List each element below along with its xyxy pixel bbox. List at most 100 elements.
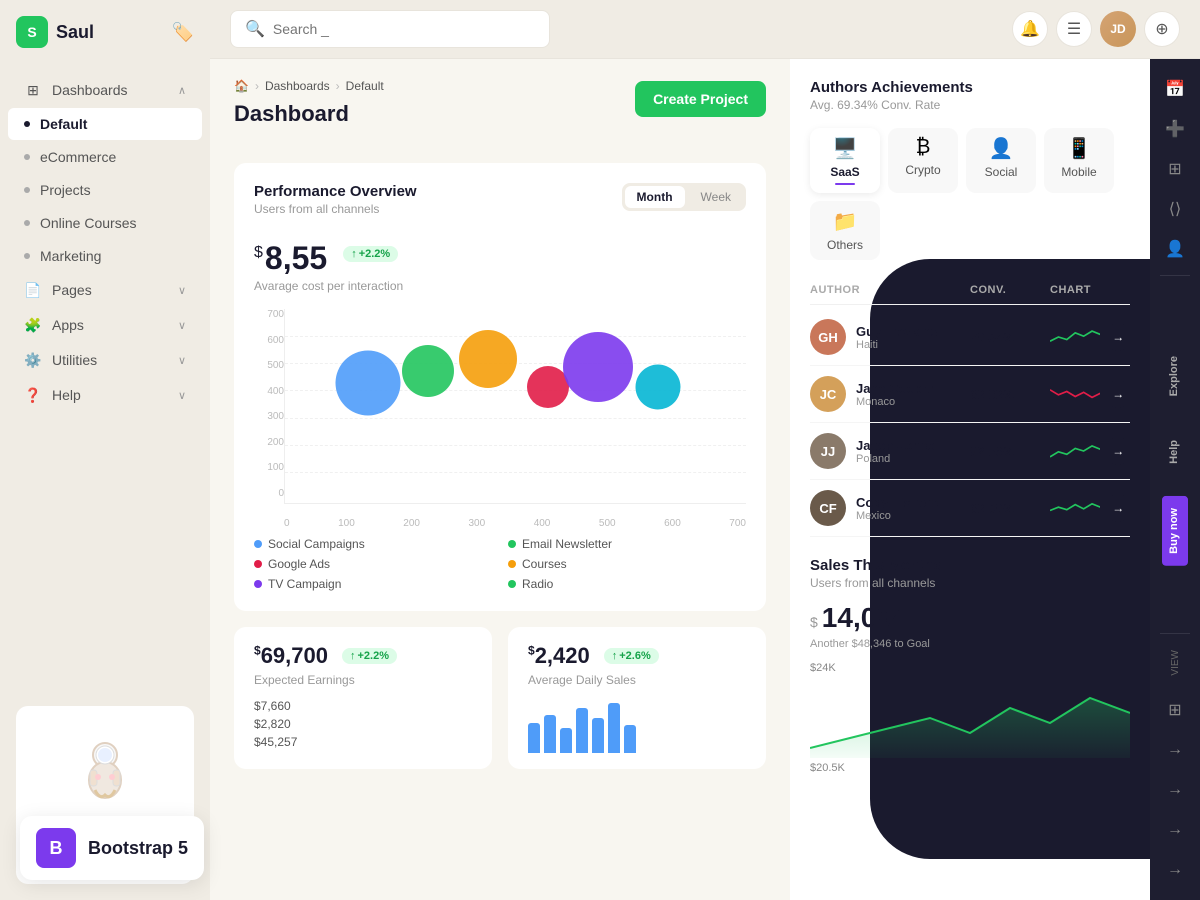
separator-2	[1160, 633, 1190, 634]
arrow-right-icon-4[interactable]: →	[1157, 852, 1193, 888]
daily-badge: ↑ +2.6%	[604, 648, 659, 664]
chart-1	[1050, 322, 1100, 352]
sidebar-item-projects[interactable]: Projects	[8, 174, 202, 206]
sales-y2: $20.5K	[810, 762, 1130, 774]
sales-symbol: $	[810, 614, 818, 630]
chart-3	[1050, 436, 1100, 466]
sidebar-item-utilities[interactable]: ⚙️ Utilities ∨	[8, 343, 202, 377]
view-btn-2[interactable]: →	[1106, 380, 1130, 408]
sidebar-item-default[interactable]: Default	[8, 108, 202, 140]
help-button[interactable]: Help	[1162, 428, 1188, 476]
pin-icon[interactable]: 🏷️	[172, 22, 194, 43]
table-row: JJ Jacob Jones Poland 92.56% →	[810, 423, 1130, 480]
author-info-1: GH Guy Hawkins Haiti	[810, 319, 970, 355]
author-name-1: Guy Hawkins	[856, 324, 938, 339]
view-btn-3[interactable]: →	[1106, 437, 1130, 465]
dashboards-label: Dashboards	[52, 82, 128, 98]
avatar-1: GH	[810, 319, 846, 355]
table-header: AUTHOR CONV. CHART	[810, 276, 1130, 305]
view-label: VIEW	[1170, 642, 1181, 684]
daily-label: Average Daily Sales	[528, 673, 746, 687]
projects-label: Projects	[40, 182, 91, 198]
crypto-icon: ₿	[916, 136, 931, 159]
author-name-2: Jane Cooper	[856, 381, 935, 396]
avatar-3: JJ	[810, 433, 846, 469]
sidebar-item-pages[interactable]: 📄 Pages ∨	[8, 273, 202, 307]
tab-crypto[interactable]: ₿ Crypto	[888, 128, 958, 193]
bubble-courses	[527, 366, 569, 408]
sales-goal: Another $48,346 to Goal	[810, 638, 1130, 650]
online-courses-label: Online Courses	[40, 215, 137, 231]
topbar-right: 🔔 ☰ JD ⊕	[1012, 11, 1180, 47]
mobile-label: Mobile	[1061, 165, 1096, 179]
metric-value: $8,55	[254, 240, 327, 277]
notification-icon[interactable]: 🔔	[1012, 11, 1048, 47]
tab-social[interactable]: 👤 Social	[966, 128, 1036, 193]
table-row: CF Cody Fishers Mexico 63.08% →	[810, 480, 1130, 537]
author-name-3: Jacob Jones	[856, 438, 935, 453]
user-icon[interactable]: 👤	[1157, 231, 1193, 267]
plus-icon[interactable]: ➕	[1157, 111, 1193, 147]
arrow-right-icon-3[interactable]: →	[1157, 812, 1193, 848]
ecommerce-label: eCommerce	[40, 149, 116, 165]
breadcrumb-dashboards: Dashboards	[265, 79, 330, 93]
bubble-social	[335, 350, 400, 415]
author-name-4: Cody Fishers	[856, 495, 938, 510]
sidebar-item-online-courses[interactable]: Online Courses	[8, 207, 202, 239]
explore-button[interactable]: Explore	[1162, 344, 1188, 408]
chart-4	[1050, 493, 1100, 523]
performance-subtitle: Users from all channels	[254, 202, 417, 216]
menu-icon[interactable]: ☰	[1056, 11, 1092, 47]
help-label: Help	[52, 387, 81, 403]
breadcrumb-home: 🏠	[234, 79, 249, 93]
conv-3: 92.56%	[970, 444, 1050, 459]
tab-week[interactable]: Week	[689, 186, 743, 208]
bubble-ads	[459, 330, 517, 388]
calendar-icon[interactable]: 📅	[1157, 71, 1193, 107]
code-icon[interactable]: ⟨⟩	[1157, 191, 1193, 227]
mobile-icon: 📱	[1067, 136, 1092, 161]
saas-icon: 🖥️	[833, 136, 858, 161]
performance-card: Performance Overview Users from all chan…	[234, 163, 766, 611]
conv-2: 63.83%	[970, 387, 1050, 402]
nav-section: ⊞ Dashboards ∧ Default eCommerce Project…	[0, 64, 210, 421]
create-project-button[interactable]: Create Project	[635, 81, 766, 117]
view-btn-1[interactable]: →	[1106, 323, 1130, 351]
chevron-icon: ∨	[178, 284, 186, 297]
sidebar-item-apps[interactable]: 🧩 Apps ∨	[8, 308, 202, 342]
tab-mobile[interactable]: 📱 Mobile	[1044, 128, 1114, 193]
user-avatar[interactable]: JD	[1100, 11, 1136, 47]
arrow-right-icon-2[interactable]: →	[1157, 772, 1193, 808]
sidebar-header: S Saul 🏷️	[0, 0, 210, 64]
far-right-panel: 📅 ➕ ⊞ ⟨⟩ 👤 Explore Help Buy now VIEW ⊞ →…	[1150, 59, 1200, 900]
search-box[interactable]: 🔍	[230, 10, 550, 48]
search-input[interactable]	[273, 21, 535, 37]
legend-courses: Courses	[508, 557, 746, 571]
sidebar-item-ecommerce[interactable]: eCommerce	[8, 141, 202, 173]
app-name: Saul	[56, 22, 94, 43]
sidebar-item-marketing[interactable]: Marketing	[8, 240, 202, 272]
buy-now-button[interactable]: Buy now	[1162, 496, 1188, 566]
arrow-right-icon[interactable]: →	[1157, 732, 1193, 768]
grid-view-icon[interactable]: ⊞	[1157, 692, 1193, 728]
view-btn-4[interactable]: →	[1106, 494, 1130, 522]
tab-saas[interactable]: 🖥️ SaaS	[810, 128, 880, 193]
bubble-radio	[636, 364, 681, 409]
chart-area	[284, 309, 746, 504]
sidebar-item-help[interactable]: ❓ Help ∨	[8, 378, 202, 412]
sales-y1: $24K	[810, 662, 1130, 674]
legend-social: Social Campaigns	[254, 537, 492, 551]
chevron-icon: ∨	[178, 389, 186, 402]
grid-icon[interactable]: ⊞	[1157, 151, 1193, 187]
performance-title: Performance Overview	[254, 183, 417, 200]
author-country-3: Poland	[856, 453, 935, 465]
col-conv: CONV.	[970, 284, 1050, 296]
search-icon: 🔍	[245, 19, 265, 39]
metric-badge: ↑ +2.2%	[343, 246, 398, 262]
tab-others[interactable]: 📁 Others	[810, 201, 880, 260]
sales-section: Sales This Months Users from all channel…	[810, 557, 1130, 774]
settings-icon[interactable]: ⊕	[1144, 11, 1180, 47]
tab-month[interactable]: Month	[625, 186, 685, 208]
chevron-icon: ∧	[178, 84, 186, 97]
sidebar-item-dashboards[interactable]: ⊞ Dashboards ∧	[8, 73, 202, 107]
